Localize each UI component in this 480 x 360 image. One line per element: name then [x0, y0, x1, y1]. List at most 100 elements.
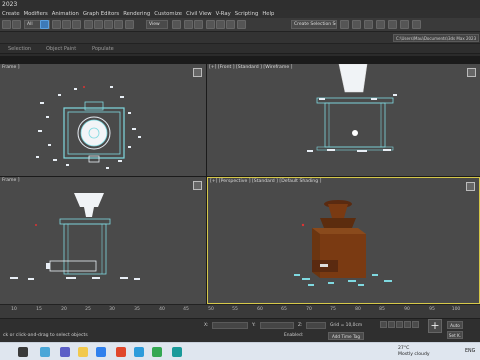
store-icon[interactable]: [96, 347, 106, 357]
3dsmax-taskbar-icon[interactable]: [172, 347, 182, 357]
tab-populate[interactable]: Populate: [92, 44, 114, 54]
placement-icon[interactable]: [114, 20, 123, 29]
project-path-field[interactable]: C:\Users\Mau\Documents\3ds Max 2023: [393, 34, 479, 42]
timeline-tick-label: 70: [306, 307, 312, 312]
timeline-tick-label: 100: [451, 307, 461, 312]
pivot-icon[interactable]: [172, 20, 181, 29]
viewport-front[interactable]: [+] [Front ] [Standard ] [Wireframe ]: [207, 64, 480, 176]
language-indicator[interactable]: ENG: [465, 349, 475, 354]
timeline-tick-label: 40: [159, 307, 165, 312]
menu-rendering[interactable]: Rendering: [123, 10, 150, 18]
curve-editor-icon[interactable]: [352, 20, 361, 29]
title-bar: 2023: [0, 0, 480, 10]
y-coordinate-field[interactable]: [260, 322, 294, 329]
z-label: Z:: [298, 323, 303, 328]
timeline-tick-label: 10: [11, 307, 17, 312]
window-title: 2023: [2, 1, 18, 8]
timeline-tick-label: 15: [36, 307, 42, 312]
window-crossing-icon[interactable]: [72, 20, 81, 29]
snap-icon[interactable]: [125, 20, 134, 29]
rotate-icon[interactable]: [94, 20, 103, 29]
menu-vray[interactable]: V-Ray: [216, 10, 231, 18]
named-selection-dropdown[interactable]: Create Selection Set: [291, 20, 337, 29]
menu-help[interactable]: Help: [262, 10, 274, 18]
ribbon-subtabs: Selection Object Paint Populate: [0, 44, 480, 54]
material-editor-icon[interactable]: [364, 20, 373, 29]
percent-snap-icon[interactable]: [216, 20, 225, 29]
y-label: Y:: [252, 323, 256, 328]
viewport-top[interactable]: Frame ]: [0, 64, 206, 176]
go-to-end-icon[interactable]: [412, 321, 419, 328]
add-key-icon[interactable]: +: [428, 319, 442, 333]
add-time-tag-button[interactable]: Add Time Tag: [328, 332, 364, 340]
previous-frame-icon[interactable]: [388, 321, 395, 328]
redo-icon[interactable]: [12, 20, 21, 29]
spinner-snap-icon[interactable]: [226, 20, 235, 29]
menu-customize[interactable]: Customize: [154, 10, 182, 18]
tab-selection[interactable]: Selection: [8, 44, 31, 54]
viewport-perspective[interactable]: [+] [Perspective ] [Standard ] [Default …: [207, 177, 480, 304]
chat-icon[interactable]: [60, 347, 70, 357]
z-coordinate-field[interactable]: [306, 322, 326, 329]
timeline-tick-label: 20: [61, 307, 67, 312]
main-toolbar: All View Create Selection Set: [0, 18, 480, 32]
chrome-icon[interactable]: [152, 347, 162, 357]
reference-coordinate-dropdown[interactable]: View: [146, 20, 168, 29]
timeline-ruler[interactable]: 10 15 20 25 30 35 40 45 50 55 60 65 70 7…: [0, 304, 480, 318]
set-key-button[interactable]: Set K.: [447, 331, 463, 339]
angle-snap-icon[interactable]: [206, 20, 215, 29]
enabled-label: Enabled:: [284, 333, 304, 338]
rect-select-icon[interactable]: [62, 20, 71, 29]
viewport-left[interactable]: Frame ]: [0, 177, 206, 304]
menu-animation[interactable]: Animation: [52, 10, 79, 18]
status-prompt: ck or click-and-drag to select objects: [3, 333, 88, 338]
timeline-tick-label: 50: [208, 307, 214, 312]
move-icon[interactable]: [84, 20, 93, 29]
x-label: X:: [204, 323, 209, 328]
start-icon[interactable]: [18, 347, 28, 357]
select-by-name-icon[interactable]: [52, 20, 61, 29]
brave-icon[interactable]: [116, 347, 126, 357]
timeline-tick-label: 75: [330, 307, 336, 312]
menu-scripting[interactable]: Scripting: [235, 10, 259, 18]
weather-widget[interactable]: 27°C Mostly cloudy: [398, 346, 430, 358]
next-frame-icon[interactable]: [404, 321, 411, 328]
align-icon[interactable]: [194, 20, 203, 29]
left-view-geometry: [10, 193, 140, 280]
tab-object-paint[interactable]: Object Paint: [46, 44, 76, 54]
search-icon[interactable]: [40, 347, 50, 357]
menu-modifiers[interactable]: Modifiers: [24, 10, 48, 18]
windows-taskbar: 27°C Mostly cloudy ENG: [0, 342, 480, 360]
render-frame-icon[interactable]: [388, 20, 397, 29]
scale-icon[interactable]: [104, 20, 113, 29]
status-bar: X: Y: Z: Grid = 10,0cm Enabled: Add Time…: [0, 318, 480, 342]
top-view-geometry: [36, 86, 141, 169]
x-coordinate-field[interactable]: [212, 322, 248, 329]
timeline-tick-label: 85: [379, 307, 385, 312]
vray-icon[interactable]: [412, 20, 421, 29]
mirror-icon[interactable]: [184, 20, 193, 29]
undo-icon[interactable]: [2, 20, 11, 29]
file-explorer-icon[interactable]: [78, 347, 88, 357]
timeline-tick-label: 65: [281, 307, 287, 312]
render-icon[interactable]: [400, 20, 409, 29]
edit-named-selection-icon[interactable]: [237, 20, 246, 29]
timeline-tick-label: 25: [85, 307, 91, 312]
timeline-tick-label: 55: [232, 307, 238, 312]
select-object-icon[interactable]: [40, 20, 49, 29]
menu-graph-editors[interactable]: Graph Editors: [83, 10, 119, 18]
go-to-start-icon[interactable]: [380, 321, 387, 328]
menu-create[interactable]: Create: [2, 10, 20, 18]
play-icon[interactable]: [396, 321, 403, 328]
layer-explorer-icon[interactable]: [340, 20, 349, 29]
menu-civil-view[interactable]: Civil View: [186, 10, 212, 18]
front-view-geometry: [307, 64, 397, 152]
perspective-view-geometry: [294, 200, 392, 286]
timeline-tick-label: 35: [134, 307, 140, 312]
menu-bar: Create Modifiers Animation Graph Editors…: [0, 10, 480, 18]
render-setup-icon[interactable]: [376, 20, 385, 29]
grid-readout: Grid = 10,0cm: [330, 323, 363, 328]
edge-icon[interactable]: [134, 347, 144, 357]
ribbon-bar: C:\Users\Mau\Documents\3ds Max 2023: [0, 32, 480, 44]
auto-key-button[interactable]: Auto: [447, 321, 463, 329]
